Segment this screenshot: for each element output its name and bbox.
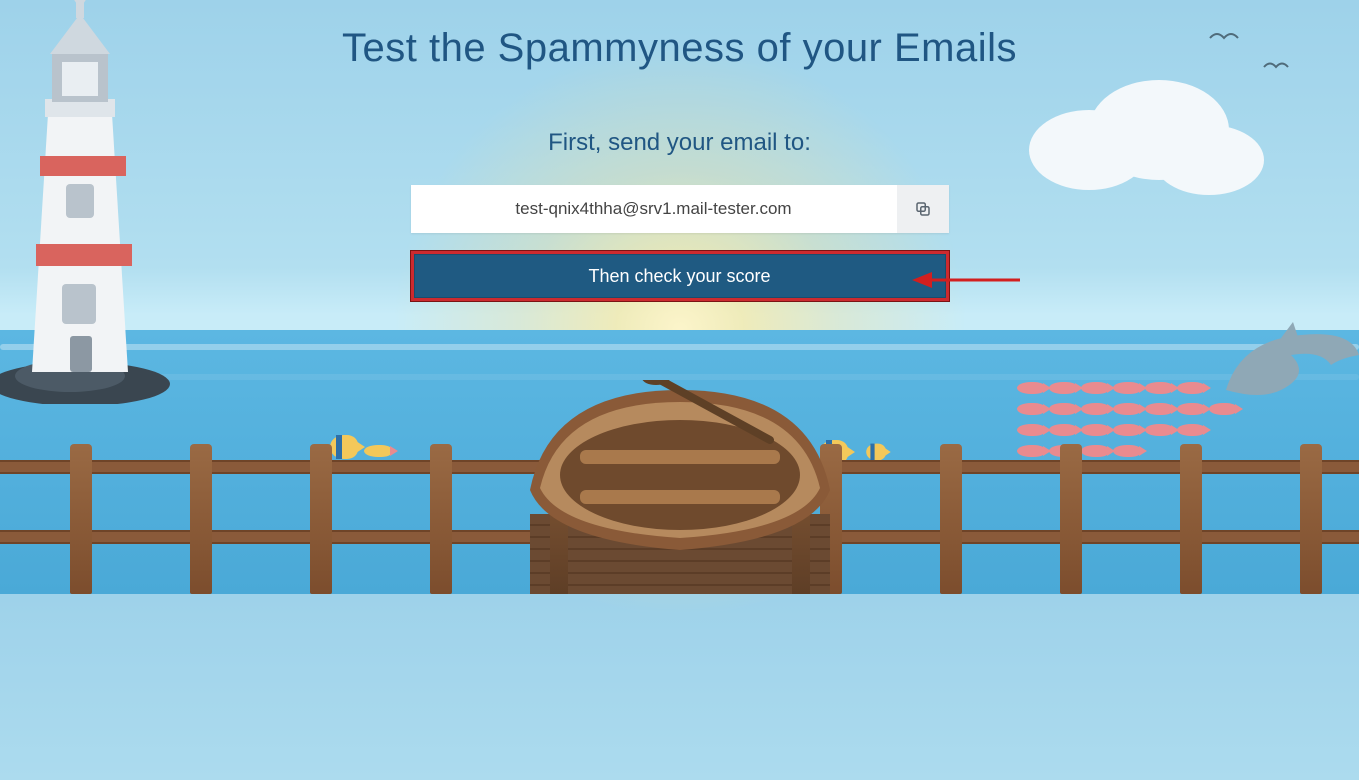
test-email-input[interactable] [411, 185, 897, 233]
cloud [1009, 70, 1269, 210]
bird-icon [1263, 60, 1289, 74]
copy-icon [914, 200, 932, 218]
instruction-text: First, send your email to: [320, 129, 1040, 157]
page-title: Test the Spammyness of your Emails [320, 26, 1040, 71]
main-panel: Test the Spammyness of your Emails First… [320, 26, 1040, 301]
bird-icon [1209, 30, 1239, 46]
sea [0, 330, 1359, 594]
check-score-button[interactable]: Then check your score [411, 251, 949, 301]
copy-button[interactable] [897, 185, 949, 233]
email-input-row [411, 185, 949, 233]
